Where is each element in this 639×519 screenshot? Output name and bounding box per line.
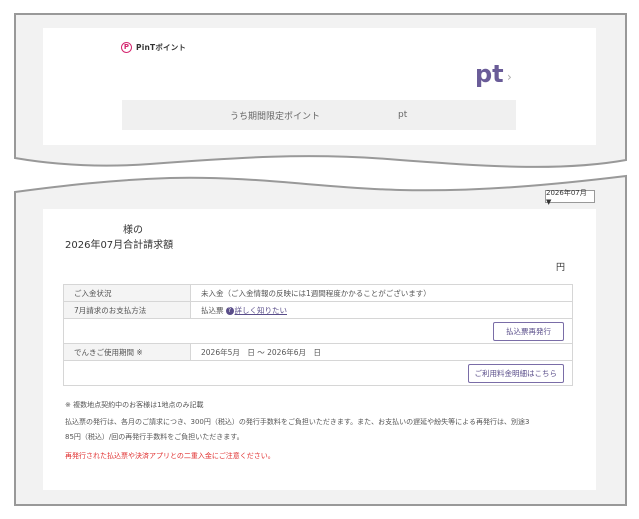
fee-note-line1: 払込票の発行は、各月のご請求につき、300円（税込）の発行手数料をご負担いただき…: [65, 418, 530, 426]
points-unit: pt: [475, 60, 504, 88]
details-button[interactable]: ご利用料金明細はこちら: [467, 363, 564, 383]
limited-points-unit: pt: [398, 110, 408, 120]
customer-suffix: 様の: [123, 225, 143, 236]
help-link[interactable]: 詳しく知りたい: [235, 306, 288, 315]
table-row: ご利用料金明細はこちら: [63, 360, 573, 386]
billing-info-table: ご入金状況 未入金（ご入金情報の反映には1週間程度かかることがございます） 7月…: [63, 284, 573, 386]
payment-status-label: ご入金状況: [63, 284, 191, 302]
usage-period-value: 2026年5月 日 〜 2026年6月 日: [190, 343, 573, 361]
payment-status-value: 未入金（ご入金情報の反映には1週間程度かかることがございます）: [190, 284, 573, 302]
double-payment-warning: 再発行された払込票や決済アプリとの二重入金にご注意ください。: [65, 452, 275, 460]
yen-unit: 円: [556, 263, 566, 273]
chevron-right-icon[interactable]: ›: [507, 70, 512, 84]
total-title: 2026年07月合計請求額: [65, 240, 174, 251]
month-select[interactable]: 2026年07月 ▼: [545, 189, 595, 206]
payment-method-value: 払込票: [201, 305, 224, 315]
usage-period-label: でんきご使用期間 ※: [63, 343, 191, 361]
table-row: ご入金状況 未入金（ご入金情報の反映には1週間程度かかることがございます）: [63, 284, 573, 302]
payment-method-label: 7月請求のお支払方法: [63, 301, 191, 319]
table-row: 7月請求のお支払方法 払込票? 詳しく知りたい: [63, 301, 573, 319]
payment-method-cell: 払込票? 詳しく知りたい: [190, 301, 573, 319]
fee-note-line2: 85円（税込）/回の再発行手数料をご負担いただきます。: [65, 433, 244, 441]
logo-text: PinTポイント: [136, 43, 187, 52]
reissue-button[interactable]: 払込票再発行: [493, 321, 564, 341]
table-row: 払込票再発行: [63, 318, 573, 344]
p-circle-icon: P: [121, 42, 132, 53]
table-row: でんきご使用期間 ※ 2026年5月 日 〜 2026年6月 日: [63, 343, 573, 361]
question-icon[interactable]: ?: [225, 306, 234, 315]
limited-points-box: うち期間限定ポイント pt: [122, 100, 516, 130]
details-cell: ご利用料金明細はこちら: [63, 360, 573, 386]
reissue-cell: 払込票再発行: [63, 318, 573, 344]
limited-points-label: うち期間限定ポイント: [230, 111, 321, 122]
multi-contract-note: ※ 複数地点契約中のお客様は1地点のみ記載: [65, 401, 204, 409]
pint-logo: P PinTポイント: [121, 42, 186, 53]
